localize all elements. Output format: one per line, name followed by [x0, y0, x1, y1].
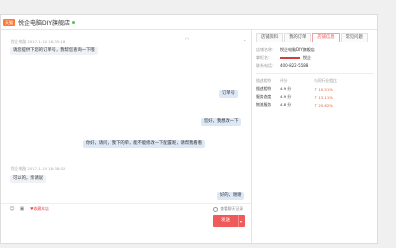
- rating-row: 描述相符 4.9 分 ↑ 10.51%: [256, 85, 374, 93]
- message-list[interactable]: ◠ ⌄ 悦企电脑 2017-1-10 16:35:18 请您提供下您的订单号，我…: [1, 30, 251, 200]
- history-link[interactable]: 查看聊天记录: [213, 206, 243, 212]
- chat-header: 天猫 悦企电脑DIY旗舰店: [1, 15, 377, 30]
- rating-row: 物流服务 4.8 分 ↑ 25.62%: [256, 101, 374, 109]
- info-row: 店铺名称： 悦企电脑DIY旗舰店: [256, 47, 374, 53]
- rating-header-cell: 评分: [280, 78, 288, 83]
- rating-score: 4.9 分: [280, 94, 292, 99]
- tab-faq[interactable]: 常见问题: [340, 33, 368, 42]
- rating-score: 4.8 分: [280, 102, 292, 107]
- message-bubble-outgoing: 订单号: [219, 90, 238, 98]
- tab-shop-profile[interactable]: 店铺资料: [256, 33, 284, 42]
- info-value: 悦企电脑DIY旗舰店: [280, 47, 315, 52]
- message-meta: 悦企电脑 2017-1-10 16:38:02: [11, 166, 66, 171]
- rating-compare: ↑ 13.11%: [314, 94, 333, 100]
- info-key: 联系电话：: [256, 63, 276, 68]
- send-label: 发送: [221, 218, 230, 223]
- rating-compare: ↑ 10.51%: [314, 86, 333, 92]
- tmall-tag: 天猫: [3, 18, 15, 26]
- send-options-icon[interactable]: ▾: [240, 219, 242, 224]
- rating-table: 描述相符 评分 与同行业相比 描述相符 4.9 分 ↑ 10.51% 服务态度 …: [256, 77, 374, 109]
- info-row: 掌柜名： 悦企: [256, 55, 374, 61]
- message-bubble-incoming: 请您提供下您的订单号，我帮您查询一下哦: [10, 47, 98, 55]
- seller-level-icon: [280, 57, 300, 59]
- chat-area: ◠ ⌄ 悦企电脑 2017-1-10 16:35:18 请您提供下您的订单号，我…: [1, 30, 251, 245]
- seller-name: 悦企: [303, 55, 311, 60]
- rating-row: 服务态度 4.9 分 ↑ 13.11%: [256, 93, 374, 101]
- emoji-icon[interactable]: ☺: [9, 206, 15, 212]
- shop-title[interactable]: 悦企电脑DIY旗舰店: [18, 18, 70, 27]
- info-value: 悦企: [280, 55, 311, 61]
- message-bubble-outgoing: 您好，我想改一下: [201, 118, 242, 126]
- history-icon: [213, 206, 219, 212]
- shop-info-panel: 店铺资料 我的订单 店铺信息 常见问题 店铺名称： 悦企电脑DIY旗舰店 掌柜名…: [252, 30, 379, 245]
- rating-score: 4.9 分: [280, 86, 292, 91]
- scroll-down-icon[interactable]: ⌄: [243, 37, 248, 42]
- message-bubble-incoming: 可以的，亲请说: [10, 175, 47, 183]
- info-key: 掌柜名：: [256, 55, 272, 60]
- send-split-divider: [238, 215, 239, 227]
- rating-header-cell: 与同行业相比: [314, 78, 337, 83]
- tab-my-orders[interactable]: 我的订单: [284, 33, 312, 42]
- info-value: 400-822-5588: [280, 63, 309, 68]
- favorite-shop-link[interactable]: 收藏本店: [34, 206, 49, 212]
- rating-label: 物流服务: [256, 102, 272, 107]
- load-more-icon[interactable]: ◠: [183, 37, 191, 43]
- panel-tabs: 店铺资料 我的订单 店铺信息 常见问题: [256, 33, 379, 42]
- message-meta: 悦企电脑 2017-1-10 16:35:18: [11, 39, 66, 44]
- rating-label: 服务态度: [256, 94, 272, 99]
- rating-header: 描述相符 评分 与同行业相比: [256, 77, 374, 85]
- message-bubble-outgoing: 好的，谢谢: [217, 192, 245, 200]
- history-label: 查看聊天记录: [220, 206, 243, 211]
- tab-shop-info[interactable]: 店铺信息: [312, 33, 340, 42]
- rating-compare: ↑ 25.62%: [314, 102, 333, 108]
- rating-label: 描述相符: [256, 86, 272, 91]
- input-toolbar: ☺ ▣ ♥ 收藏本店 查看聊天记录: [1, 203, 251, 213]
- info-row: 联系电话： 400-822-5588: [256, 63, 374, 69]
- section-divider: [256, 73, 374, 74]
- message-bubble-outgoing: 你好，请问，我下的单，能不能修改一下配置呢，请帮我看看: [83, 140, 206, 148]
- info-key: 店铺名称：: [256, 47, 276, 52]
- image-icon[interactable]: ▣: [19, 206, 25, 212]
- rating-header-cell: 描述相符: [256, 78, 272, 83]
- online-status-icon: [72, 20, 76, 24]
- chat-window: 天猫 悦企电脑DIY旗舰店 ◠ ⌄ 悦企电脑 2017-1-10 16:35:1…: [0, 14, 379, 245]
